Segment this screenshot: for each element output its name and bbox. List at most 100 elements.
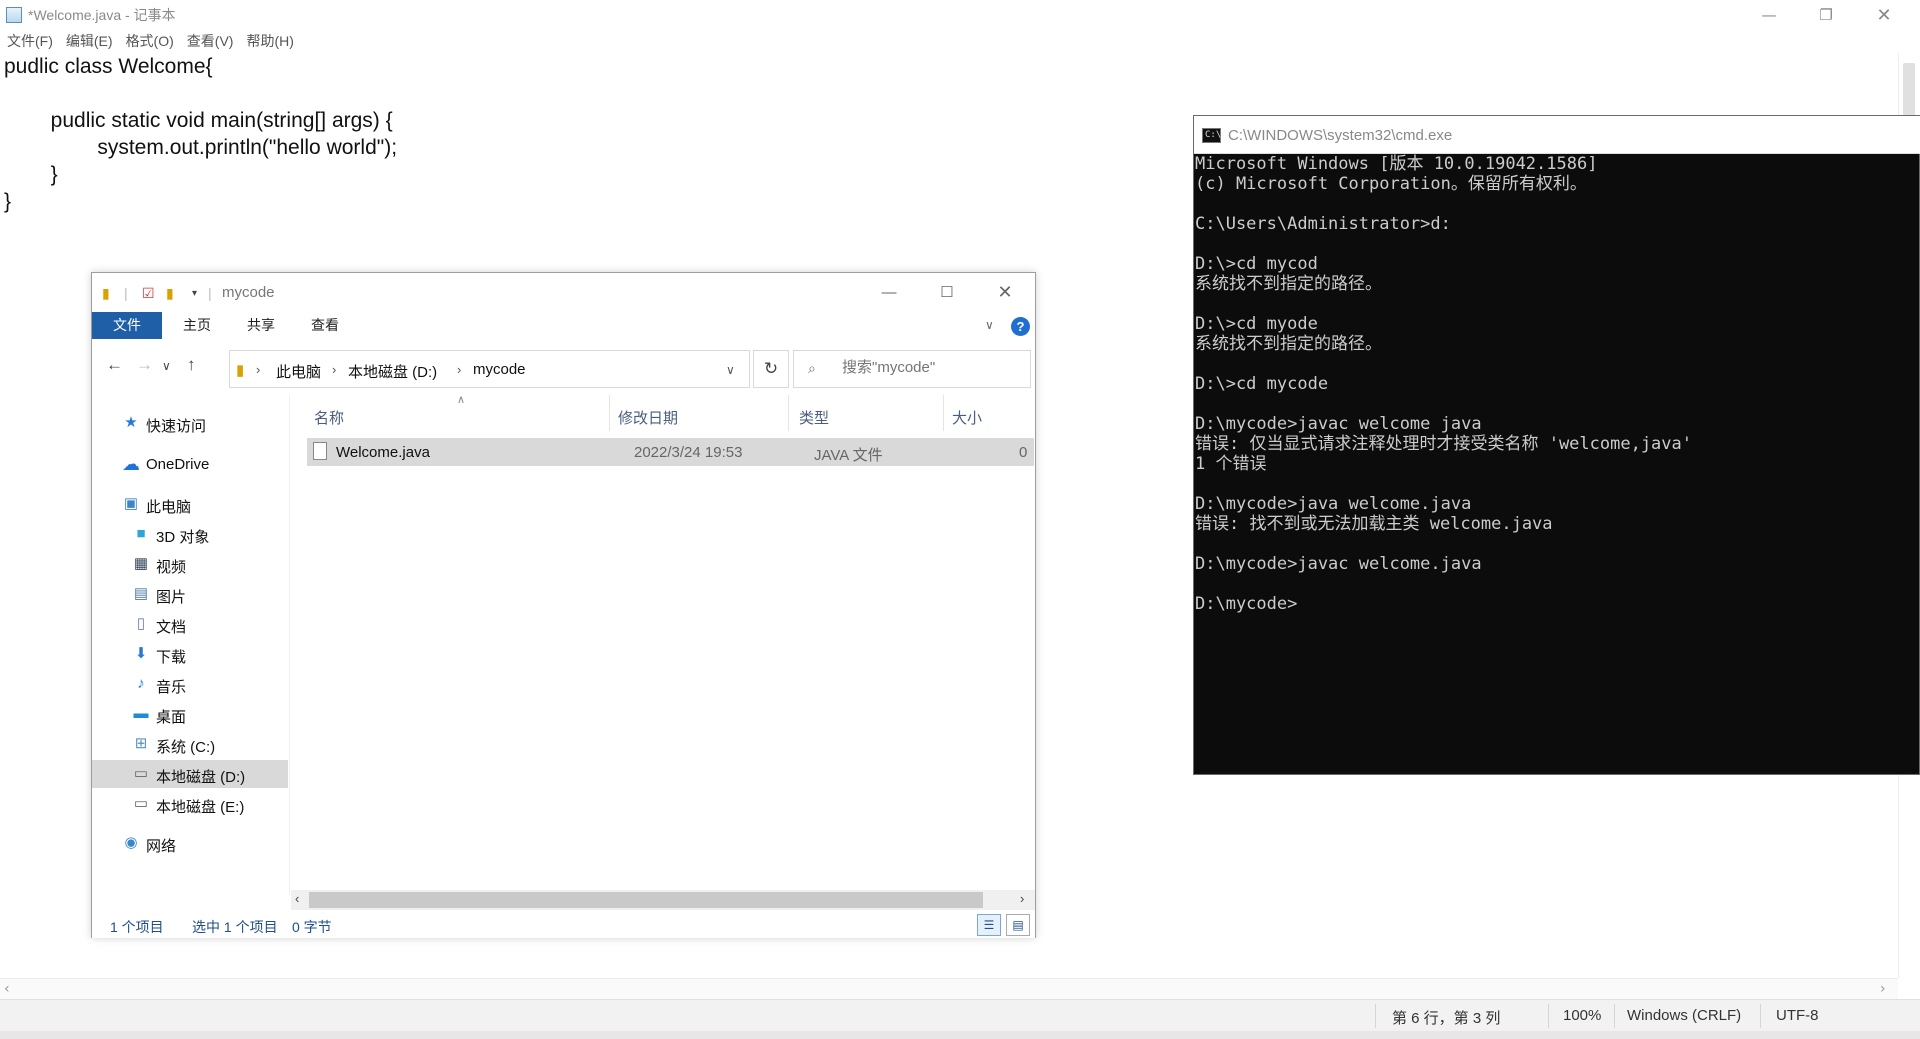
navigation-pane: ★ 快速访问 ☁ OneDrive ▣ 此电脑 ■ 3D 对象 ▦ 视频 ▤ 图… bbox=[92, 395, 290, 895]
breadcrumb-drive-d[interactable]: 本地磁盘 (D:) bbox=[348, 361, 437, 382]
file-list: ∧ 名称 修改日期 类型 大小 Welcome.java 2022/3/24 1… bbox=[291, 394, 1035, 915]
chevron-right-icon[interactable]: › bbox=[332, 362, 336, 377]
column-divider[interactable] bbox=[609, 395, 610, 431]
expand-ribbon-icon[interactable]: ∨ bbox=[985, 318, 994, 332]
console-line: D:\>cd myode bbox=[1195, 314, 1318, 334]
sidebar-item-drive-c[interactable]: ⊞ 系统 (C:) bbox=[92, 730, 288, 758]
sidebar-item-drive-d[interactable]: ▭ 本地磁盘 (D:) bbox=[92, 760, 288, 788]
notepad-menubar: 文件(F) 编辑(E) 格式(O) 查看(V) 帮助(H) bbox=[0, 30, 1920, 52]
sidebar-label: 音乐 bbox=[156, 679, 187, 696]
search-box[interactable]: ⌕ bbox=[793, 350, 1031, 388]
sidebar-item-drive-e[interactable]: ▭ 本地磁盘 (E:) bbox=[92, 790, 288, 818]
column-header-type[interactable]: 类型 bbox=[799, 407, 829, 428]
address-history-icon[interactable]: ∨ bbox=[726, 363, 735, 377]
file-list-horizontal-scrollbar[interactable]: ‹ › bbox=[291, 890, 1035, 910]
console-line: 系统找不到指定的路径。 bbox=[1195, 274, 1382, 294]
sidebar-item-pictures[interactable]: ▤ 图片 bbox=[92, 580, 288, 608]
scroll-left-icon[interactable]: ‹ bbox=[295, 891, 299, 906]
console-line: 1 个错误 bbox=[1195, 454, 1267, 474]
tab-view[interactable]: 查看 bbox=[298, 312, 352, 339]
chevron-right-icon[interactable]: › bbox=[457, 362, 461, 377]
console-line: 错误: 仅当显式请求注释处理时才接受类名称 'welcome,java' bbox=[1195, 434, 1692, 454]
console-line: D:\mycode>javac welcome java bbox=[1195, 414, 1482, 434]
scroll-right-icon[interactable]: › bbox=[1020, 891, 1024, 906]
explorer-ribbon: 文件 主页 共享 查看 ∨ ? bbox=[92, 312, 1035, 339]
file-row[interactable]: Welcome.java 2022/3/24 19:53 JAVA 文件 0 bbox=[307, 438, 1034, 466]
notepad-titlebar[interactable]: *Welcome.java - 记事本 — ❐ ✕ bbox=[0, 0, 1920, 30]
column-divider[interactable] bbox=[788, 395, 789, 431]
breadcrumb-mycode[interactable]: mycode bbox=[473, 361, 526, 378]
menu-help[interactable]: 帮助(H) bbox=[246, 31, 293, 51]
minimize-icon[interactable]: — bbox=[1740, 0, 1798, 30]
properties-icon[interactable]: ☑ bbox=[142, 285, 155, 302]
sidebar-item-videos[interactable]: ▦ 视频 bbox=[92, 550, 288, 578]
maximize-icon[interactable]: ☐ bbox=[927, 279, 967, 305]
up-icon[interactable]: ↑ bbox=[187, 355, 196, 375]
sidebar-item-this-pc[interactable]: ▣ 此电脑 bbox=[92, 490, 288, 518]
refresh-icon[interactable]: ↻ bbox=[753, 350, 789, 388]
address-bar[interactable]: ▮ › 此电脑 › 本地磁盘 (D:) › mycode ∨ bbox=[229, 350, 750, 388]
details-view-icon[interactable]: ☰ bbox=[977, 914, 1001, 936]
code-line: pudlic static void main(string[] args) { bbox=[4, 109, 393, 132]
taskbar-edge bbox=[0, 1031, 1920, 1039]
drive-icon: ▭ bbox=[133, 765, 149, 782]
tab-share[interactable]: 共享 bbox=[234, 312, 288, 339]
scroll-thumb[interactable] bbox=[1903, 63, 1915, 118]
customize-chevron-icon[interactable]: ▾ bbox=[192, 288, 197, 299]
music-icon: ♪ bbox=[137, 675, 145, 692]
menu-edit[interactable]: 编辑(E) bbox=[66, 31, 113, 51]
console-line: D:\mycode> bbox=[1195, 594, 1298, 614]
recent-locations-icon[interactable]: ∨ bbox=[162, 359, 171, 373]
column-header-size[interactable]: 大小 bbox=[952, 407, 982, 428]
cmd-console[interactable]: Microsoft Windows [版本 10.0.19042.1586] (… bbox=[1195, 154, 1920, 774]
new-folder-icon[interactable]: ▮ bbox=[166, 285, 174, 302]
network-icon: ◉ bbox=[124, 834, 138, 851]
close-icon[interactable]: ✕ bbox=[1855, 0, 1913, 30]
explorer-titlebar[interactable]: ▮ | ☑ ▮ ▾ | mycode — ☐ ✕ bbox=[92, 273, 1035, 312]
close-icon[interactable]: ✕ bbox=[985, 279, 1025, 305]
back-icon[interactable]: ← bbox=[106, 355, 123, 375]
large-icons-view-icon[interactable]: ▤ bbox=[1006, 914, 1030, 936]
restore-icon[interactable]: ❐ bbox=[1797, 0, 1855, 30]
notepad-horizontal-scrollbar[interactable]: ‹ › bbox=[0, 978, 1898, 999]
sidebar-label: 此电脑 bbox=[146, 499, 192, 516]
sidebar-item-onedrive[interactable]: ☁ OneDrive bbox=[92, 450, 288, 478]
menu-file[interactable]: 文件(F) bbox=[7, 31, 53, 51]
forward-icon[interactable]: → bbox=[136, 355, 153, 375]
column-divider[interactable] bbox=[943, 395, 944, 431]
breadcrumb-this-pc[interactable]: 此电脑 bbox=[276, 361, 321, 382]
menu-format[interactable]: 格式(O) bbox=[126, 31, 174, 51]
desktop-icon: ▬ bbox=[133, 705, 149, 722]
search-input[interactable] bbox=[842, 359, 1022, 376]
console-line: D:\mycode>java welcome.java bbox=[1195, 494, 1472, 514]
column-header-name[interactable]: 名称 bbox=[314, 407, 344, 428]
cube-icon: ■ bbox=[136, 525, 146, 542]
tab-home[interactable]: 主页 bbox=[170, 312, 224, 339]
tab-file[interactable]: 文件 bbox=[92, 312, 162, 339]
sidebar-item-music[interactable]: ♪ 音乐 bbox=[92, 670, 288, 698]
cmd-titlebar[interactable]: C:\ C:\WINDOWS\system32\cmd.exe bbox=[1194, 116, 1920, 154]
sidebar-item-quick-access[interactable]: ★ 快速访问 bbox=[92, 409, 288, 437]
terminal-icon: C:\ bbox=[1202, 128, 1221, 143]
sidebar-item-desktop[interactable]: ▬ 桌面 bbox=[92, 700, 288, 728]
sidebar-item-documents[interactable]: ▯ 文档 bbox=[92, 610, 288, 638]
scroll-thumb[interactable] bbox=[309, 892, 983, 908]
sidebar-label: 桌面 bbox=[156, 709, 187, 726]
help-icon[interactable]: ? bbox=[1011, 317, 1030, 336]
column-header-modified[interactable]: 修改日期 bbox=[618, 407, 678, 428]
code-line: } bbox=[4, 190, 12, 213]
scroll-right-icon[interactable]: › bbox=[1880, 981, 1886, 997]
sidebar-item-3d-objects[interactable]: ■ 3D 对象 bbox=[92, 520, 288, 548]
scroll-left-icon[interactable]: ‹ bbox=[4, 981, 10, 997]
sidebar-label: OneDrive bbox=[146, 456, 210, 473]
sidebar-item-network[interactable]: ◉ 网络 bbox=[92, 829, 288, 857]
menu-view[interactable]: 查看(V) bbox=[187, 31, 234, 51]
minimize-icon[interactable]: — bbox=[869, 279, 909, 305]
chevron-right-icon[interactable]: › bbox=[256, 362, 260, 377]
item-count: 1 个项目 bbox=[110, 919, 164, 935]
cloud-icon: ☁ bbox=[122, 454, 140, 474]
sidebar-item-downloads[interactable]: ⬇ 下载 bbox=[92, 640, 288, 668]
status-divider bbox=[1548, 1004, 1549, 1028]
